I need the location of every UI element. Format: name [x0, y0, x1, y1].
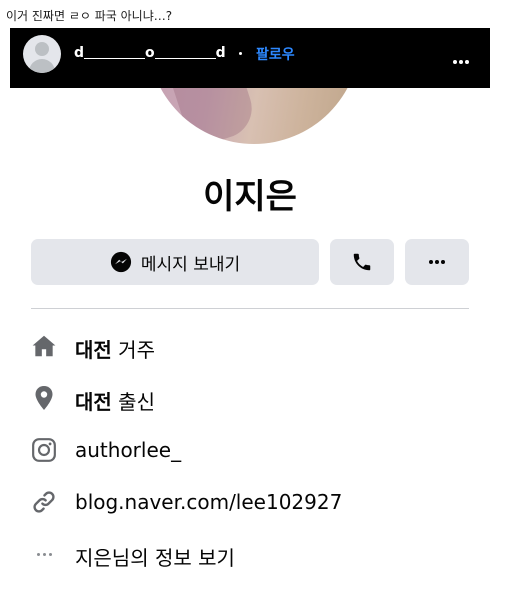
more-actions-button[interactable]	[405, 239, 469, 285]
avatar-head-shape	[35, 42, 49, 56]
intro-see-info[interactable]: 지은님의 정보 보기	[31, 538, 471, 570]
home-icon	[31, 333, 57, 359]
separator-dot	[239, 52, 242, 55]
more-horizontal-icon	[31, 541, 57, 567]
divider	[31, 308, 469, 309]
residence-city[interactable]: 대전	[75, 338, 112, 362]
link-icon	[31, 489, 57, 515]
intro-instagram[interactable]: authorlee_	[31, 434, 471, 466]
intro-residence: 대전 거주	[31, 330, 471, 362]
more-dot	[435, 260, 439, 264]
facebook-profile-screenshot: d o d 팔로우 이지은 메시지 보내기 대전 거주 대전 출신 authorle…	[10, 28, 490, 590]
origin-text: 대전 출신	[75, 386, 155, 415]
messenger-icon	[110, 251, 131, 273]
send-message-button[interactable]: 메시지 보내기	[31, 239, 319, 285]
call-button[interactable]	[330, 239, 394, 285]
residence-text: 대전 거주	[75, 334, 155, 363]
send-message-label: 메시지 보내기	[140, 254, 241, 275]
intro-website[interactable]: blog.naver.com/lee102927	[31, 486, 471, 518]
phone-icon	[353, 253, 371, 271]
instagram-handle[interactable]: authorlee_	[75, 438, 181, 462]
avatar[interactable]	[23, 35, 61, 73]
instagram-icon	[31, 437, 57, 463]
avatar-body-shape	[29, 59, 55, 73]
more-dot	[441, 260, 445, 264]
redaction-line	[84, 58, 146, 59]
redaction-line	[154, 58, 216, 59]
intro-origin: 대전 출신	[31, 382, 471, 414]
page: 이거 진짜면 ㄹㅇ 파국 아니냐…? d o d 팔로우 이지은 메시지 보내기 대…	[0, 0, 511, 590]
location-pin-icon	[31, 385, 57, 411]
username-part-1: d	[74, 45, 85, 61]
username-part-3: d	[215, 45, 226, 61]
follow-button[interactable]: 팔로우	[256, 44, 295, 64]
profile-name: 이지은	[203, 177, 297, 217]
username-part-2: o	[145, 45, 155, 61]
more-options-icon[interactable]	[452, 49, 474, 64]
website-link[interactable]: blog.naver.com/lee102927	[75, 490, 342, 514]
username-redacted[interactable]: dod	[74, 45, 226, 61]
origin-suffix: 출신	[118, 390, 155, 414]
post-caption: 이거 진짜면 ㄹㅇ 파국 아니냐…?	[6, 9, 173, 23]
see-info-label[interactable]: 지은님의 정보 보기	[75, 542, 235, 571]
top-bar: d o d 팔로우	[10, 28, 490, 88]
residence-suffix: 거주	[118, 338, 155, 362]
origin-city[interactable]: 대전	[75, 390, 112, 414]
more-dot	[429, 260, 433, 264]
